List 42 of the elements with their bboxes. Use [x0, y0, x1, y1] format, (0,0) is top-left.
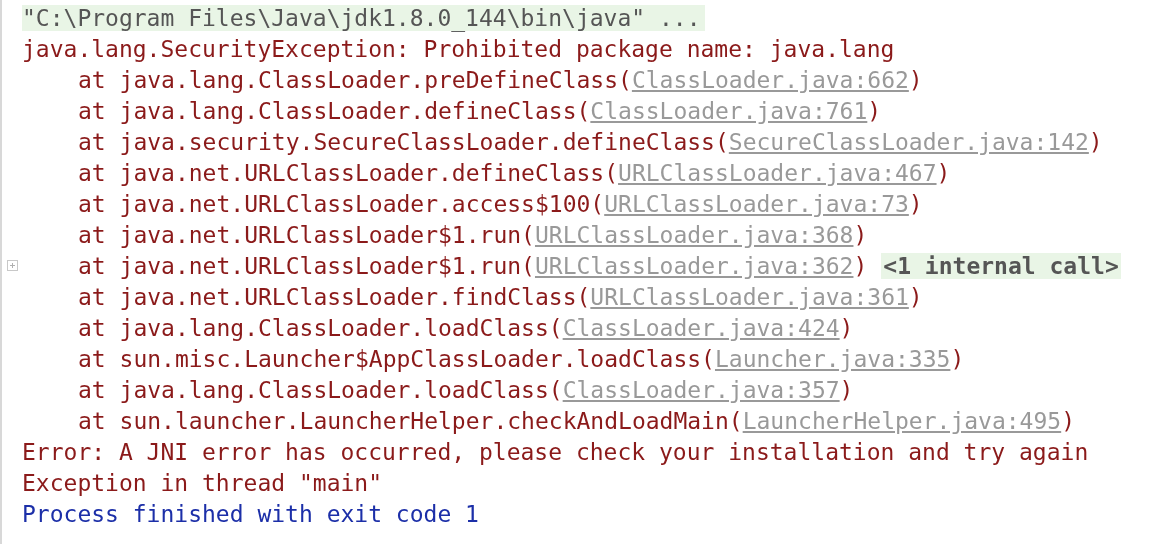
source-link[interactable]: URLClassLoader.java:362 — [534, 252, 854, 279]
source-link[interactable]: URLClassLoader.java:368 — [534, 221, 854, 248]
source-link[interactable]: SecureClassLoader.java:142 — [728, 128, 1089, 155]
paren-text: ) — [867, 97, 882, 124]
internal-call-note[interactable]: <1 internal call> — [881, 252, 1121, 279]
paren-text: ) — [908, 283, 923, 310]
stack-frame: at sun.misc.Launcher$AppClassLoader.loadClass( — [22, 345, 715, 372]
source-link[interactable]: URLClassLoader.java:361 — [590, 283, 909, 310]
error-text: Error: A JNI error has occurred, please check your installation and try again — [22, 438, 1089, 465]
error-text: java.lang.SecurityException: Prohibited package name: java.lang — [22, 35, 895, 62]
stack-frame: at java.lang.ClassLoader.loadClass( — [22, 376, 563, 403]
source-link[interactable]: ClassLoader.java:662 — [631, 66, 909, 93]
stack-frame: at java.net.URLClassLoader$1.run( — [22, 221, 535, 248]
source-link[interactable]: Launcher.java:335 — [715, 345, 951, 372]
paren-text: ) — [936, 159, 951, 186]
stack-frame: at sun.launcher.LauncherHelper.checkAndLoadMain( — [22, 407, 743, 434]
paren-text: ) — [853, 252, 868, 279]
expand-icon[interactable] — [6, 260, 18, 271]
source-link[interactable]: LauncherHelper.java:495 — [742, 407, 1062, 434]
paren-text: ) — [1061, 407, 1076, 434]
source-link[interactable]: ClassLoader.java:424 — [562, 314, 840, 341]
error-text: Exception in thread "main" — [22, 469, 383, 496]
paren-text: ) — [839, 376, 854, 403]
stack-frame: at java.net.URLClassLoader.findClass( — [22, 283, 591, 310]
source-link[interactable]: ClassLoader.java:761 — [590, 97, 868, 124]
exit-message: Process finished with exit code 1 — [22, 500, 479, 527]
paren-text: ) — [908, 190, 923, 217]
source-link[interactable]: URLClassLoader.java:467 — [618, 159, 937, 186]
stack-frame: at java.lang.ClassLoader.loadClass( — [22, 314, 563, 341]
stack-frame: at java.net.URLClassLoader.defineClass( — [22, 159, 619, 186]
source-link[interactable]: URLClassLoader.java:73 — [604, 190, 909, 217]
stack-frame: at java.net.URLClassLoader$1.run( — [22, 252, 535, 279]
stack-frame: at java.net.URLClassLoader.access$100( — [22, 190, 605, 217]
source-link[interactable]: ClassLoader.java:357 — [562, 376, 840, 403]
paren-text: ) — [908, 66, 923, 93]
stack-frame: at java.security.SecureClassLoader.defineClass( — [22, 128, 729, 155]
paren-text: ) — [1088, 128, 1103, 155]
paren-text: ) — [853, 221, 868, 248]
paren-text: ) — [839, 314, 854, 341]
stack-frame: at java.lang.ClassLoader.defineClass( — [22, 97, 591, 124]
paren-text: ) — [950, 345, 965, 372]
stack-frame: at java.lang.ClassLoader.preDefineClass( — [22, 66, 632, 93]
